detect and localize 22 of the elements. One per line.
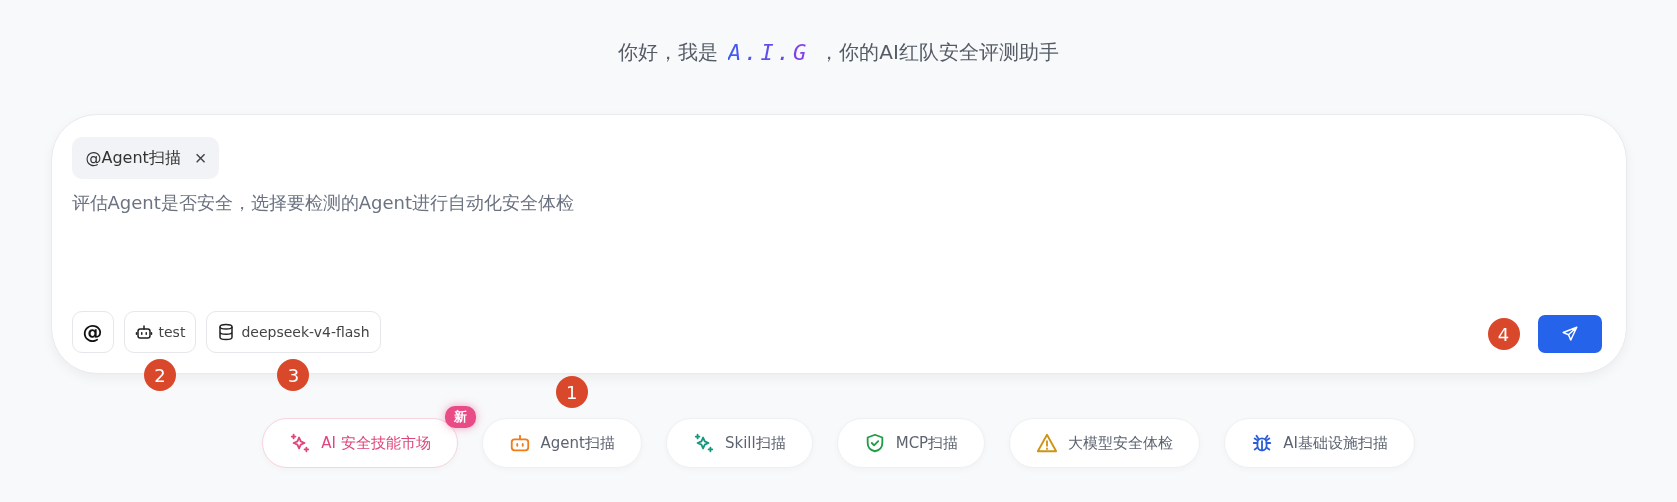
greeting-text: 你好，我是 [618, 38, 719, 66]
send-icon [1560, 325, 1579, 343]
step-marker: 3 [277, 359, 310, 391]
shortcut-button[interactable]: Skill扫描 [666, 418, 813, 468]
shortcut-button[interactable]: 大模型安全体检 [1009, 418, 1201, 468]
close-button[interactable]: × [194, 148, 207, 168]
shortcut-button[interactable]: MCP扫描 [836, 418, 986, 468]
shortcut-button[interactable]: Agent扫描 [481, 418, 642, 468]
tag-label: @Agent扫描 [85, 147, 181, 169]
robot-icon [134, 323, 153, 341]
step-marker: 2 [143, 359, 176, 391]
mention-button[interactable]: @ [71, 311, 114, 353]
new-badge: 新 [444, 406, 476, 428]
greeting-text: ，你的AI红队安全评测助手 [819, 38, 1059, 66]
shortcut-button[interactable]: AI基础设施扫描 [1224, 418, 1415, 468]
send-button[interactable] [1537, 315, 1602, 353]
database-icon [217, 323, 236, 341]
step-marker: 1 [555, 376, 588, 408]
step-marker: 4 [1487, 318, 1520, 350]
prompt-text[interactable]: 评估Agent是否安全，选择要检测的Agent进行自动化安全体检 [71, 191, 1606, 215]
model-select-button[interactable]: deepseek-v4-flash [206, 311, 381, 353]
agent-select-button[interactable]: test [123, 311, 197, 353]
